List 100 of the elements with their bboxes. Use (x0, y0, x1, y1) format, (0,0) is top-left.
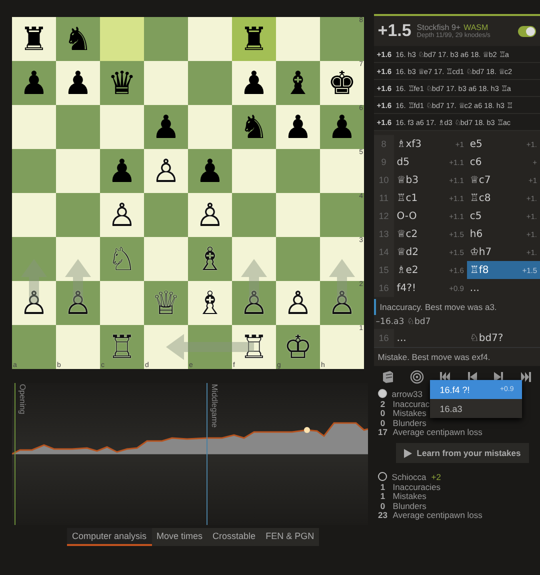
board-square[interactable]: ♛ (100, 61, 144, 105)
player-name[interactable]: Schiocca (392, 472, 426, 482)
board-square[interactable]: ♞ (232, 105, 276, 149)
variation-line[interactable]: –16.a3 ♘bd7 (374, 315, 540, 329)
popup-option[interactable]: 16.a3 (430, 399, 522, 418)
chess-piece[interactable]: ♙ (108, 199, 136, 231)
next-move-icon[interactable] (493, 371, 506, 383)
book-icon[interactable] (381, 370, 396, 384)
highlighted-square[interactable]: ♜ (232, 17, 276, 61)
board-square[interactable]: ♗ (188, 237, 232, 281)
chess-piece[interactable]: ♙ (20, 287, 48, 319)
board-square[interactable] (188, 61, 232, 105)
chess-piece[interactable]: ♟ (328, 111, 356, 143)
chess-piece[interactable]: ♟ (108, 155, 136, 187)
chess-piece[interactable]: ♛ (108, 67, 136, 99)
chess-piece[interactable]: ♝ (284, 67, 312, 99)
board-square[interactable]: ♞ (56, 17, 100, 61)
board-square[interactable]: ♟ (56, 61, 100, 105)
chess-piece[interactable]: ♘ (108, 243, 136, 275)
board-square[interactable] (56, 193, 100, 237)
board-square[interactable]: ♟ (276, 105, 320, 149)
board-square[interactable] (56, 105, 100, 149)
board-square[interactable]: ♙ (276, 281, 320, 325)
board-square[interactable]: ♙ (188, 193, 232, 237)
board-square[interactable]: ♟ (144, 105, 188, 149)
board-square[interactable]: ♟ (188, 149, 232, 193)
chess-piece[interactable]: ♟ (64, 67, 92, 99)
highlighted-square[interactable] (100, 17, 144, 61)
board-square[interactable]: ♗ (188, 281, 232, 325)
board-square[interactable]: ♙ (144, 149, 188, 193)
board-square[interactable] (12, 237, 56, 281)
chess-piece[interactable]: ♞ (64, 23, 92, 55)
board-square[interactable] (12, 105, 56, 149)
board-square[interactable]: ♜ (12, 17, 56, 61)
chess-piece[interactable]: ♟ (20, 67, 48, 99)
chess-piece[interactable]: ♗ (196, 243, 224, 275)
board-square[interactable]: ♟ (12, 61, 56, 105)
chess-piece[interactable]: ♙ (152, 155, 180, 187)
engine-toggle[interactable] (518, 26, 536, 36)
chess-piece[interactable]: ♟ (240, 67, 268, 99)
board-square[interactable] (56, 149, 100, 193)
board-square[interactable] (188, 105, 232, 149)
board-square[interactable] (100, 105, 144, 149)
chess-piece[interactable]: ♜ (20, 23, 48, 55)
tab[interactable]: Move times (152, 528, 208, 546)
chess-piece[interactable]: ♖ (240, 331, 268, 363)
board-square[interactable]: ♙ (56, 281, 100, 325)
last-move-icon[interactable] (520, 371, 532, 383)
board-square[interactable] (56, 237, 100, 281)
target-icon[interactable] (410, 370, 424, 384)
chess-piece[interactable]: ♚ (328, 67, 356, 99)
board-square[interactable] (232, 193, 276, 237)
chess-piece[interactable]: ♙ (64, 287, 92, 319)
move-cell[interactable]: ... (394, 329, 467, 347)
chess-piece[interactable]: ♙ (284, 287, 312, 319)
chess-piece[interactable]: ♟ (196, 155, 224, 187)
chess-piece[interactable]: ♙ (196, 199, 224, 231)
stat-count: 0 (379, 500, 386, 511)
chess-piece[interactable]: ♕ (152, 287, 180, 319)
learn-button[interactable]: Learn from your mistakes (396, 443, 529, 463)
chess-piece[interactable]: ♙ (240, 287, 268, 319)
board-square[interactable]: ♙ (232, 281, 276, 325)
board-square[interactable] (232, 149, 276, 193)
board-square[interactable] (100, 281, 144, 325)
tab[interactable]: Crosstable (208, 528, 261, 546)
board-square[interactable] (232, 237, 276, 281)
board-square[interactable]: ♘ (100, 237, 144, 281)
chess-piece[interactable]: ♙ (328, 287, 356, 319)
move-cell[interactable]: ♘bd7? (466, 329, 540, 347)
board-square[interactable] (276, 149, 320, 193)
chess-piece[interactable]: ♟ (284, 111, 312, 143)
chess-piece[interactable]: ♖ (108, 331, 136, 363)
board-square[interactable] (188, 17, 232, 61)
player-name[interactable]: arrow33 (392, 388, 422, 398)
board-square[interactable] (144, 61, 188, 105)
rating-change: +2 (431, 472, 441, 482)
chess-piece[interactable]: ♔ (284, 331, 312, 363)
board-square[interactable]: ♕ (144, 281, 188, 325)
board-square[interactable] (144, 237, 188, 281)
move-comment: Mistake. Best move was exf4. (374, 347, 540, 366)
board-square[interactable] (144, 193, 188, 237)
board-square[interactable] (276, 237, 320, 281)
board-square[interactable]: ♟ (232, 61, 276, 105)
tab[interactable]: FEN & PGN (260, 528, 320, 546)
board-square[interactable]: ♙ (100, 193, 144, 237)
board-square[interactable]: ♝ (276, 61, 320, 105)
stat-count: 17 (378, 427, 388, 438)
board-square[interactable] (276, 193, 320, 237)
board-square[interactable]: ♟ (100, 149, 144, 193)
board-square[interactable] (12, 193, 56, 237)
chess-piece[interactable]: ♟ (152, 111, 180, 143)
move-cell[interactable]: ... (466, 279, 540, 297)
chess-piece[interactable]: ♜ (240, 23, 268, 55)
chess-piece[interactable]: ♗ (196, 287, 224, 319)
board-square[interactable]: ♙ (12, 281, 56, 325)
board-square[interactable] (276, 17, 320, 61)
chess-piece[interactable]: ♞ (240, 111, 268, 143)
board-square[interactable] (12, 149, 56, 193)
board-square[interactable] (144, 17, 188, 61)
tab[interactable]: Computer analysis (67, 528, 152, 546)
